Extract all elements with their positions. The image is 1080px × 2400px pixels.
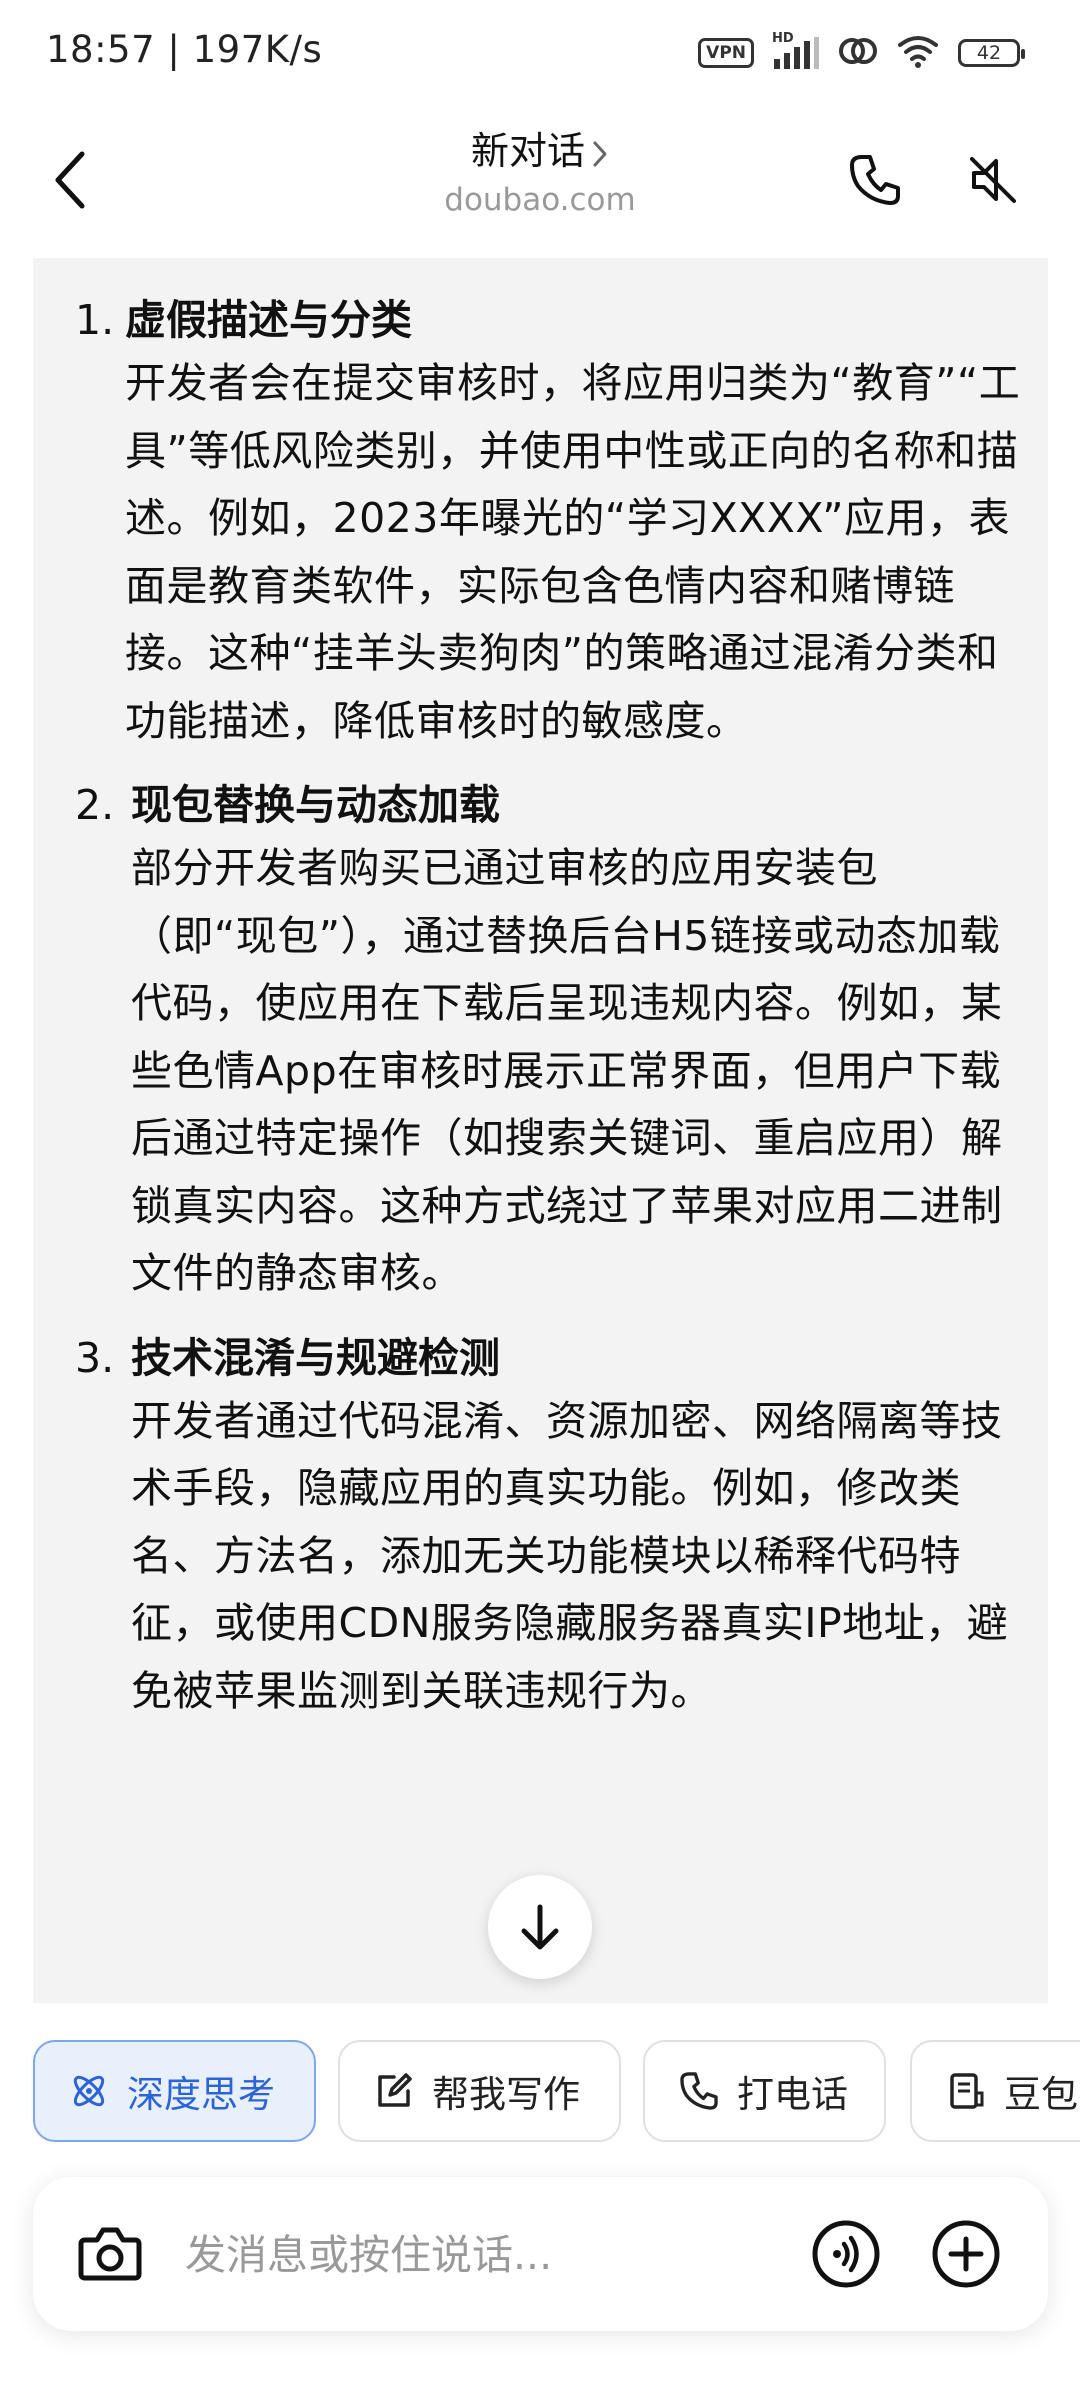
mute-speaker-button[interactable] xyxy=(958,145,1028,215)
list-item-body: 部分开发者购买已通过审核的应用安装包（即“现包”），通过替换后台H5链接或动态加… xyxy=(131,844,1003,1297)
chip-label: 豆包 xyxy=(1004,2073,1078,2116)
list-item-heading: 虚假描述与分类 xyxy=(125,296,412,344)
chat-title[interactable]: 新对话 xyxy=(340,125,740,177)
status-icons: VPN HD 42 xyxy=(698,30,1025,76)
chip-label: 打电话 xyxy=(737,2073,848,2116)
camera-icon xyxy=(78,2227,142,2281)
battery-icon: 42 xyxy=(958,39,1025,67)
quick-action-chips: 深度思考 帮我写作 打电话 豆包 xyxy=(0,2040,1080,2146)
list-item-heading: 现包替换与动态加载 xyxy=(131,781,500,829)
status-bar: 18:57 | 197K/s VPN HD 42 xyxy=(0,0,1080,105)
document-icon xyxy=(946,2071,986,2111)
list-item-number: 3. xyxy=(75,1333,115,1382)
vpn-badge: VPN xyxy=(698,38,754,68)
chat-header: 新对话 doubao.com xyxy=(0,105,1080,255)
hotspot-icon xyxy=(838,33,878,73)
chevron-right-icon xyxy=(593,141,607,166)
chip-help-write[interactable]: 帮我写作 xyxy=(338,2040,621,2142)
chat-subtitle: doubao.com xyxy=(444,182,636,218)
chip-label: 帮我写作 xyxy=(432,2073,580,2116)
chip-deep-think[interactable]: 深度思考 xyxy=(33,2040,316,2142)
phone-icon xyxy=(679,2071,719,2111)
back-button[interactable] xyxy=(40,140,100,220)
voice-wave-icon xyxy=(812,2220,880,2288)
list-item-body: 开发者会在提交审核时，将应用归类为“教育”“工具”等低风险类别，并使用中性或正向… xyxy=(125,359,1021,745)
scroll-to-bottom-button[interactable] xyxy=(488,1875,592,1979)
plus-circle-icon xyxy=(932,2220,1000,2288)
assistant-message: 1. 虚假描述与分类 开发者会在提交审核时，将应用归类为“教育”“工具”等低风险… xyxy=(33,258,1048,2003)
list-item-heading: 技术混淆与规避检测 xyxy=(131,1333,500,1382)
battery-level: 42 xyxy=(976,42,1002,64)
arrow-down-icon xyxy=(521,1904,559,1950)
chip-phone-call[interactable]: 打电话 xyxy=(643,2040,886,2142)
wifi-icon xyxy=(896,33,940,73)
voice-input-button[interactable] xyxy=(809,2217,883,2291)
atom-icon xyxy=(69,2071,109,2111)
list-item-body: 开发者通过代码混淆、资源加密、网络隔离等技术手段，隐藏应用的真实功能。例如，修改… xyxy=(131,1396,1009,1715)
speaker-mute-icon xyxy=(970,157,1016,203)
chip-doubao[interactable]: 豆包 xyxy=(910,2040,1080,2142)
phone-icon xyxy=(850,155,900,205)
list-item-number: 2. xyxy=(75,781,115,829)
chevron-left-icon xyxy=(55,151,85,209)
list-item-number: 1. xyxy=(75,296,115,344)
message-input[interactable] xyxy=(183,2217,807,2293)
chat-title-text: 新对话 xyxy=(470,129,585,173)
list-item: 1. 虚假描述与分类 开发者会在提交审核时，将应用归类为“教育”“工具”等低风险… xyxy=(33,290,1048,755)
edit-icon xyxy=(374,2071,414,2111)
chat-title-group[interactable]: 新对话 doubao.com xyxy=(340,125,740,223)
list-item: 3. 技术混淆与规避检测 开发者通过代码混淆、资源加密、网络隔离等技术手段，隐藏… xyxy=(33,1328,1048,1726)
list-item: 2. 现包替换与动态加载 部分开发者购买已通过审核的应用安装包（即“现包”），通… xyxy=(33,775,1048,1308)
app-screen: 18:57 | 197K/s VPN HD 42 新对话 doubao.com … xyxy=(0,0,1080,2400)
message-composer xyxy=(33,2177,1048,2331)
voice-call-button[interactable] xyxy=(840,145,910,215)
add-attachment-button[interactable] xyxy=(929,2217,1003,2291)
camera-button[interactable] xyxy=(73,2217,147,2291)
cellular-signal-icon: HD xyxy=(772,31,820,71)
chip-label: 深度思考 xyxy=(127,2073,275,2116)
numbered-list: 1. 虚假描述与分类 开发者会在提交审核时，将应用归类为“教育”“工具”等低风险… xyxy=(33,290,1048,1745)
status-time: 18:57 | 197K/s xyxy=(46,28,323,71)
